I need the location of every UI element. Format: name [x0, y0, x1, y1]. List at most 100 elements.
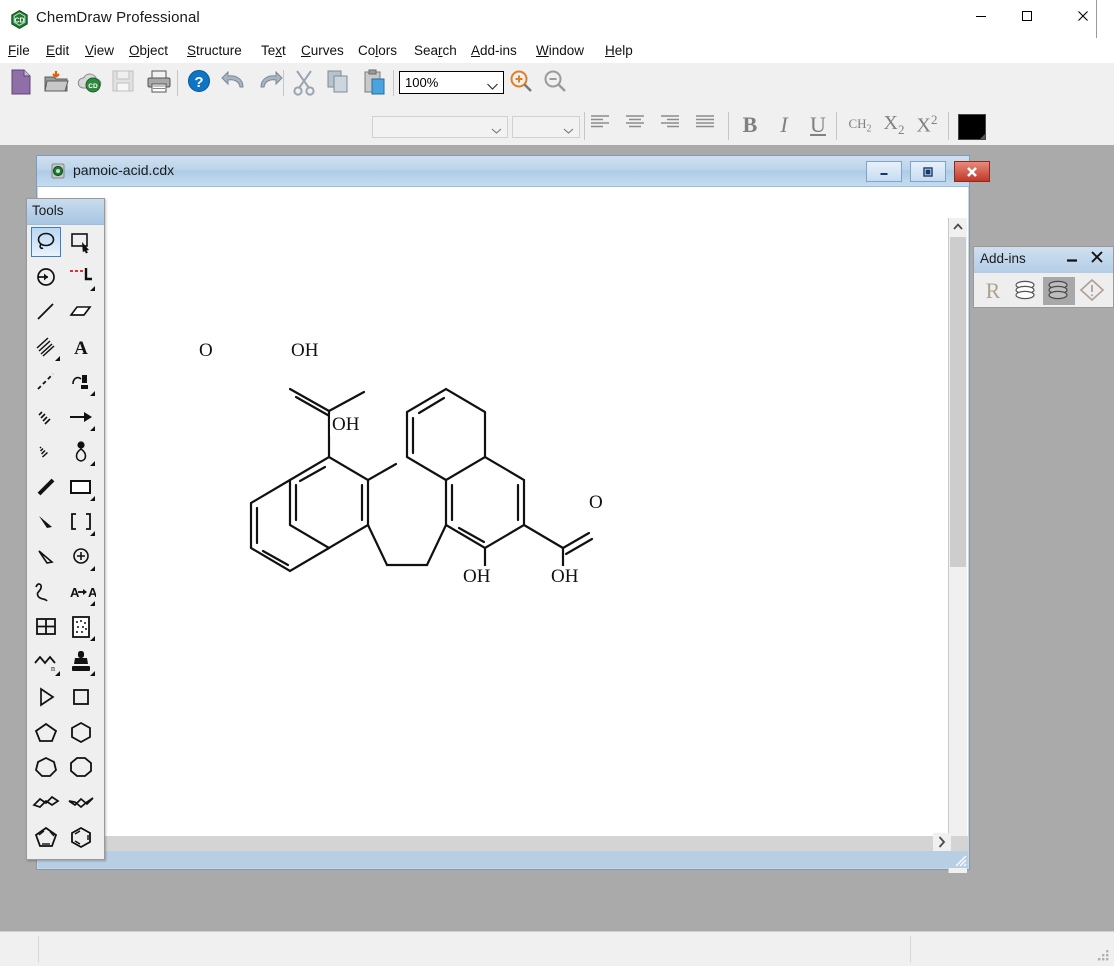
scroll-up-button[interactable] [949, 218, 967, 236]
stack-addin-selected-icon[interactable] [1043, 277, 1075, 305]
menu-add-ins[interactable]: Add-ins [465, 41, 523, 60]
tool-submenu-triangle-icon[interactable] [90, 566, 95, 571]
charge-tool[interactable] [66, 542, 96, 572]
text-tool[interactable]: A [66, 332, 96, 362]
align-justify-button[interactable] [694, 113, 724, 139]
pamoic-acid-render[interactable] [38, 187, 950, 842]
cyclopentane-tool[interactable] [31, 717, 61, 747]
squiggle-bond-tool[interactable] [31, 577, 61, 607]
hashed-wedge-bond-tool[interactable] [31, 437, 61, 467]
atom-label-oh-right-acid[interactable]: OH [549, 566, 580, 588]
atom-replace-tool[interactable]: AA [66, 577, 96, 607]
font-family-combo[interactable] [372, 116, 508, 138]
cyclopentadiene-tool[interactable] [31, 822, 61, 852]
menu-text[interactable]: Text [255, 41, 292, 60]
warning-diamond-addin-icon[interactable] [1077, 277, 1109, 305]
orbital-tool[interactable] [66, 437, 96, 467]
align-right-button[interactable] [659, 113, 689, 139]
tool-submenu-triangle-icon[interactable] [55, 671, 60, 676]
horizontal-scrollbar[interactable] [38, 836, 968, 851]
atom-label-oh-left-acid[interactable]: OH [289, 340, 320, 362]
tool-submenu-triangle-icon[interactable] [90, 671, 95, 676]
zoom-level-combo[interactable]: 100% [399, 71, 504, 94]
undo-button[interactable] [221, 68, 251, 98]
tool-submenu-triangle-icon[interactable] [90, 601, 95, 606]
atom-label-o-left[interactable]: O [197, 340, 215, 362]
menu-edit[interactable]: Edit [40, 41, 75, 60]
tool-submenu-triangle-icon[interactable] [55, 356, 60, 361]
hollow-wedge-bond-tool[interactable] [31, 542, 61, 572]
tool-submenu-triangle-icon[interactable] [90, 286, 95, 291]
marquee-select-tool[interactable] [66, 227, 96, 257]
bold-bond-tool[interactable] [31, 472, 61, 502]
solid-bond-tool[interactable] [31, 297, 61, 327]
menu-window[interactable]: Window [530, 41, 590, 60]
stack-addin-icon[interactable] [1010, 277, 1042, 305]
menu-colors[interactable]: Colors [352, 41, 403, 60]
text-color-swatch[interactable] [958, 114, 986, 140]
chair-ring-right-tool[interactable] [66, 787, 96, 817]
help-button[interactable]: ? [186, 68, 216, 98]
menu-object[interactable]: Object [123, 41, 174, 60]
zoom-in-button[interactable] [508, 68, 538, 98]
italic-button[interactable]: I [774, 112, 794, 140]
subscript-button[interactable]: X2 [880, 112, 908, 140]
redo-button[interactable] [255, 68, 285, 98]
resize-grip-icon[interactable] [1097, 949, 1110, 962]
r-script-addin-icon[interactable]: R [978, 277, 1010, 305]
chair-ring-left-tool[interactable] [31, 787, 61, 817]
cyclohexane-tool[interactable] [66, 717, 96, 747]
lasso-select-tool[interactable] [31, 227, 61, 257]
scroll-right-button[interactable] [933, 833, 951, 851]
tool-submenu-triangle-icon[interactable] [90, 531, 95, 536]
chain-tool[interactable]: n [31, 647, 61, 677]
zoom-out-button[interactable] [542, 68, 572, 98]
eraser-tool[interactable] [31, 262, 61, 292]
menu-help[interactable]: Help [599, 41, 639, 60]
tool-submenu-triangle-icon[interactable] [90, 636, 95, 641]
doc-restore-button[interactable] [910, 161, 946, 182]
bracket-tool[interactable] [66, 507, 96, 537]
chemdraw-cloud-icon-button[interactable]: CD [76, 68, 106, 98]
print-button[interactable] [145, 68, 175, 98]
menu-search[interactable]: Search [408, 41, 463, 60]
document-resize-grip[interactable] [953, 853, 967, 867]
menu-view[interactable]: View [79, 41, 120, 60]
minimize-button[interactable] [958, 0, 1004, 31]
doc-minimize-button[interactable] [866, 161, 902, 182]
underline-button[interactable]: U [806, 112, 830, 140]
dashed-bond-tool[interactable] [31, 367, 61, 397]
lasso-pen-tool[interactable] [66, 262, 96, 292]
tool-submenu-triangle-icon[interactable] [90, 426, 95, 431]
tool-submenu-triangle-icon[interactable] [90, 461, 95, 466]
hashed-bond-tool[interactable] [31, 402, 61, 432]
copy-button[interactable] [325, 68, 355, 98]
stamp-tool[interactable] [66, 647, 96, 677]
multiple-bond-tool[interactable] [31, 332, 61, 362]
arrow-tool[interactable] [66, 402, 96, 432]
tool-submenu-triangle-icon[interactable] [90, 496, 95, 501]
drawing-canvas[interactable]: OOHOHOOHOH [38, 187, 950, 842]
new-document-button[interactable] [8, 68, 38, 98]
atom-label-oh-left-ring[interactable]: OH [330, 414, 361, 436]
maximize-button[interactable] [1004, 0, 1050, 31]
addins-minimize-button[interactable] [1064, 249, 1086, 271]
cut-button[interactable] [291, 68, 321, 98]
font-size-combo[interactable] [512, 116, 580, 138]
pen-tool[interactable] [66, 367, 96, 397]
drawing-element-tool[interactable] [66, 472, 96, 502]
vertical-scrollbar[interactable] [948, 218, 967, 873]
paste-button[interactable] [361, 68, 391, 98]
acyclic-chain-tool[interactable] [31, 682, 61, 712]
eraser-block-tool[interactable] [66, 297, 96, 327]
atom-label-o-right[interactable]: O [587, 492, 605, 514]
benzene-tool[interactable] [66, 822, 96, 852]
doc-close-button[interactable] [954, 161, 990, 182]
save-button[interactable] [110, 68, 140, 98]
cycloheptane-tool[interactable] [31, 752, 61, 782]
cyclobutane-tool[interactable] [66, 682, 96, 712]
cyclooctane-tool[interactable] [66, 752, 96, 782]
menu-file[interactable]: File [2, 41, 36, 60]
align-left-button[interactable] [589, 113, 619, 139]
subscript-ch2-button[interactable]: CH2 [843, 116, 877, 144]
